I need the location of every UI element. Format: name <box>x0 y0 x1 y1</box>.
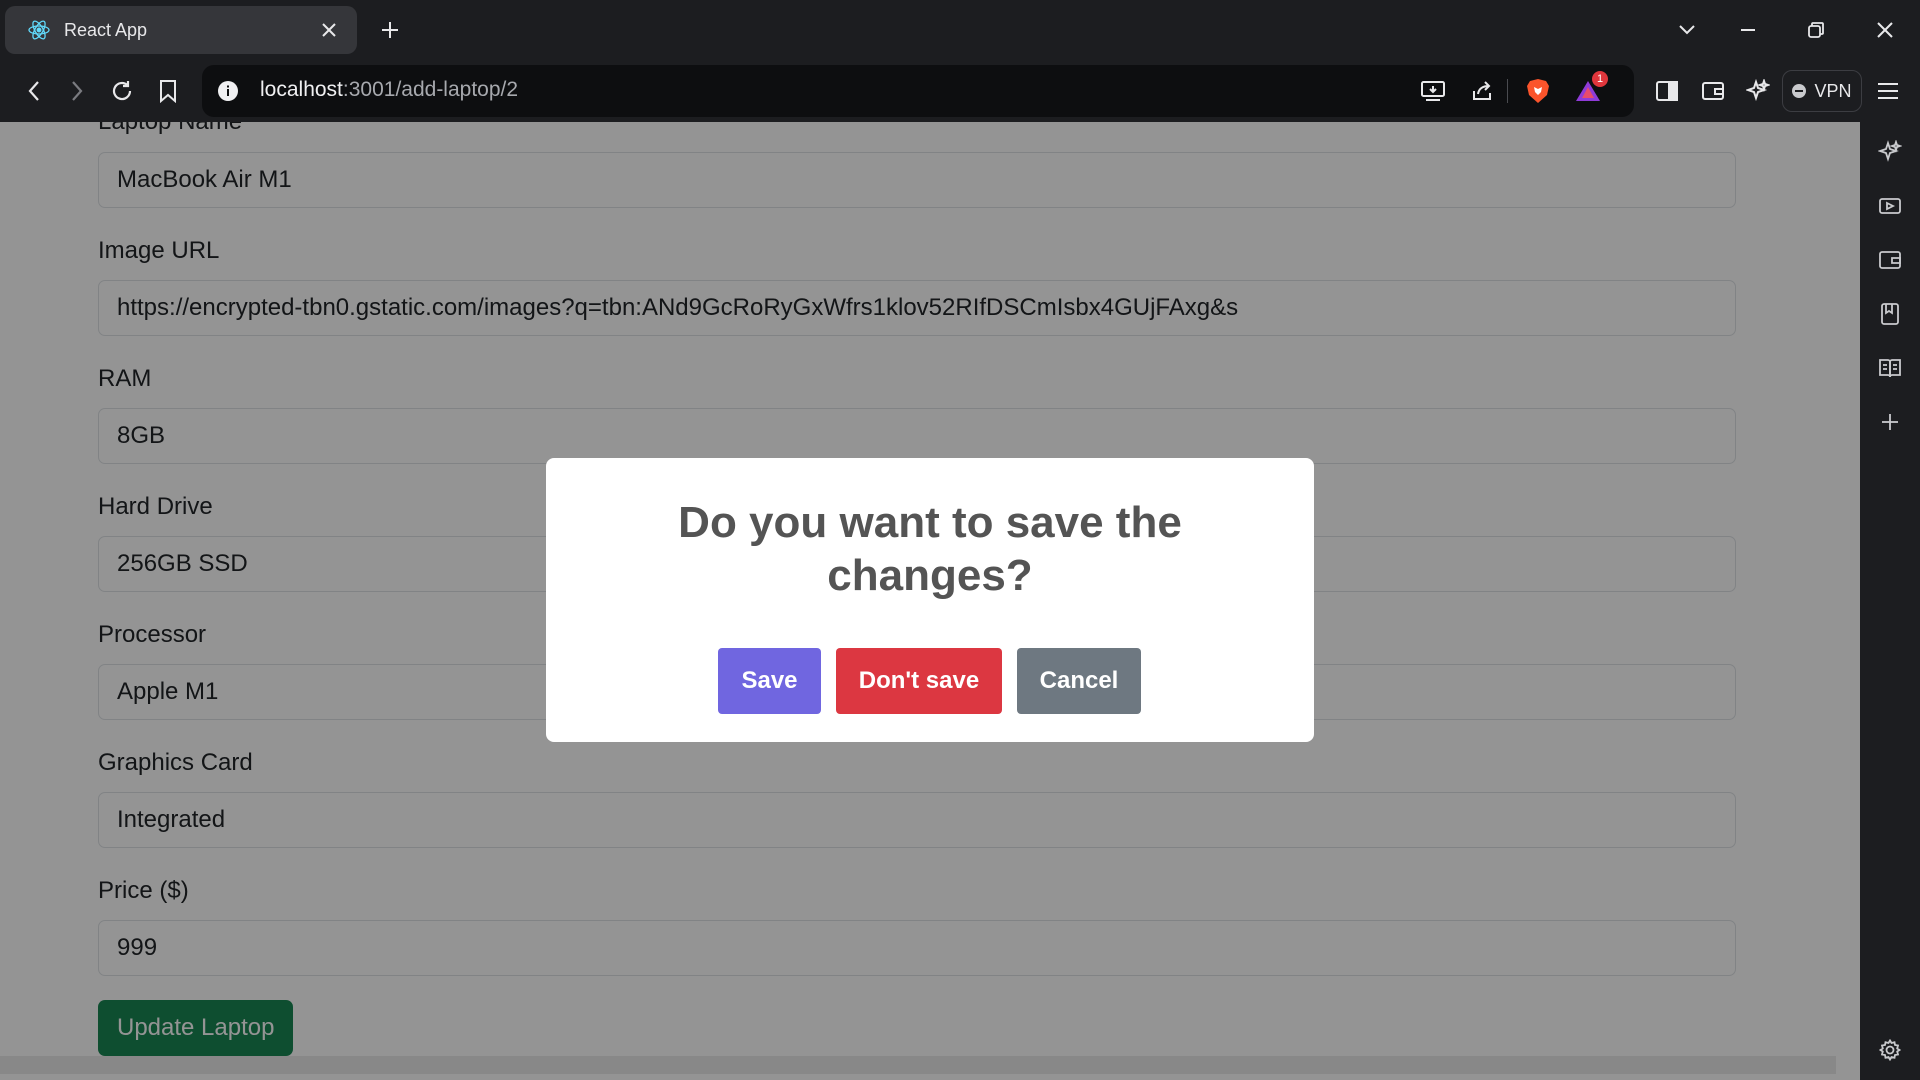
wallet-sidebar-icon[interactable] <box>1874 244 1906 276</box>
leo-ai-icon[interactable] <box>1738 71 1778 111</box>
tab-search-chevron-icon[interactable] <box>1667 10 1707 50</box>
dialog-title: Do you want to save the changes? <box>678 498 1182 600</box>
browser-toolbar: localhost:3001/add-laptop/2 1 VPN <box>0 60 1920 122</box>
vpn-label: VPN <box>1814 80 1852 101</box>
new-tab-plus-icon[interactable] <box>374 14 406 46</box>
leo-ai-sidebar-icon[interactable] <box>1874 136 1906 168</box>
browser-sidebar <box>1860 122 1920 1080</box>
brave-rewards-icon[interactable]: 1 <box>1572 71 1608 107</box>
install-app-icon[interactable] <box>1417 75 1449 107</box>
brave-shields-icon[interactable] <box>1522 75 1554 107</box>
url-text[interactable]: localhost:3001/add-laptop/2 <box>260 78 518 102</box>
dont-save-button[interactable]: Don't save <box>836 648 1002 714</box>
url-host: localhost <box>260 78 343 101</box>
share-icon[interactable] <box>1466 75 1498 107</box>
add-sidebar-item-plus-icon[interactable] <box>1874 406 1906 438</box>
back-arrow-icon[interactable] <box>14 71 54 111</box>
forward-arrow-icon[interactable] <box>57 71 97 111</box>
reading-list-icon[interactable] <box>1874 352 1906 384</box>
vpn-status-icon <box>1792 84 1807 98</box>
tab-close-icon[interactable] <box>315 16 343 44</box>
url-path: :3001/add-laptop/2 <box>342 78 519 101</box>
close-window-icon[interactable] <box>1865 10 1905 50</box>
react-logo-icon <box>25 16 53 44</box>
sidebar-toggle-icon[interactable] <box>1647 71 1687 111</box>
toolbar-divider <box>1507 79 1508 103</box>
menu-hamburger-icon[interactable] <box>1868 71 1908 111</box>
vpn-button[interactable]: VPN <box>1782 70 1862 112</box>
restore-window-icon[interactable] <box>1796 10 1836 50</box>
save-button[interactable]: Save <box>718 648 821 714</box>
site-info-icon[interactable] <box>214 77 242 105</box>
reload-icon[interactable] <box>102 71 142 111</box>
bookmarks-sidebar-icon[interactable] <box>1874 298 1906 330</box>
wallet-icon[interactable] <box>1693 71 1733 111</box>
tab-title: React App <box>64 19 148 40</box>
bookmark-icon[interactable] <box>148 71 188 111</box>
tab-strip: React App <box>0 0 1920 60</box>
address-bar[interactable]: localhost:3001/add-laptop/2 1 <box>202 65 1634 117</box>
brave-talk-icon[interactable] <box>1874 190 1906 222</box>
minimize-icon[interactable] <box>1728 10 1768 50</box>
browser-tab[interactable]: React App <box>5 6 357 54</box>
page-viewport: Laptop Name MacBook Air M1 Image URL htt… <box>0 122 1860 1080</box>
sidebar-settings-gear-icon[interactable] <box>1874 1034 1906 1066</box>
cancel-button[interactable]: Cancel <box>1017 648 1141 714</box>
save-changes-dialog: Do you want to save the changes? Save Do… <box>546 458 1314 742</box>
rewards-notification-badge: 1 <box>1592 71 1608 87</box>
